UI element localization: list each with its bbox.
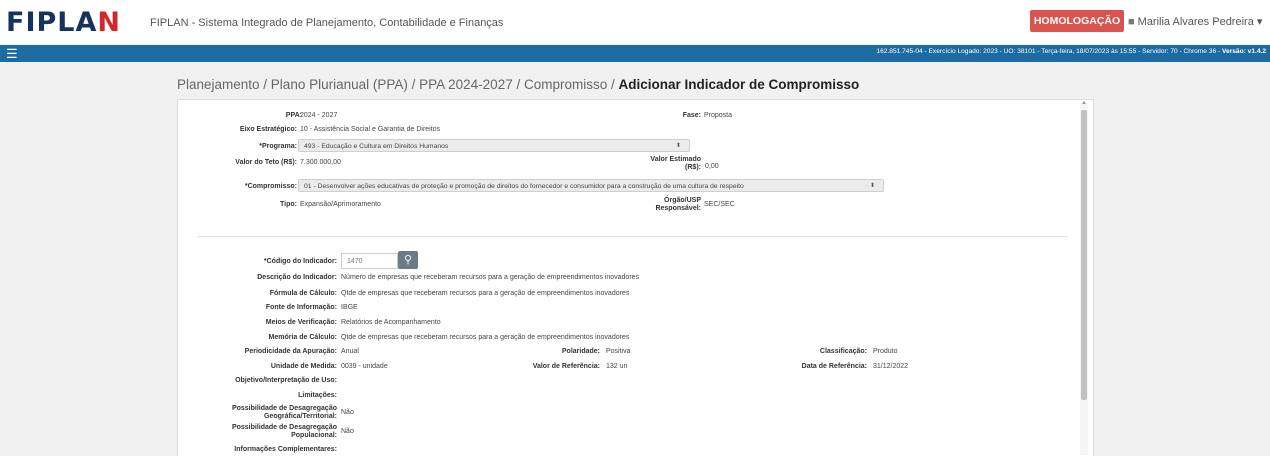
valor-referencia-value: 132 un	[606, 363, 628, 370]
polaridade-label: Polaridade:	[561, 348, 600, 355]
tipo-label: Tipo:	[280, 201, 297, 208]
informacoes-complementares-label: Informações Complementares:	[234, 446, 337, 453]
polaridade-value: Positiva	[606, 348, 631, 355]
descricao-label: Descrição do Indicador:	[257, 274, 337, 281]
fiplan-logo[interactable]: FIPLAN	[6, 8, 121, 38]
meios-label: Meios de Verificação:	[265, 319, 337, 326]
search-button[interactable]: ⚲	[398, 251, 418, 269]
desagregacao-geografica-label: Possibilidade de Desagregação Geográfica…	[232, 405, 337, 421]
meios-value: Relatórios de Acompanhamento	[341, 319, 441, 326]
desag-geo-label-line2: Geográfica/Territorial:	[263, 413, 337, 420]
unidade-label: Unidade de Medida:	[270, 363, 337, 370]
environment-badge: HOMOLOGAÇÃO	[1030, 10, 1124, 32]
objetivo-label: Objetivo/Interpretação de Uso:	[235, 377, 337, 384]
scrollbar-thumb[interactable]	[1081, 110, 1087, 400]
hamburger-menu-icon[interactable]: ☰	[6, 46, 18, 61]
user-name: Marilia Alvares Pedreira	[1137, 16, 1254, 28]
top-header: FIPLAN FIPLAN - Sistema Integrado de Pla…	[0, 0, 1270, 44]
session-info: 162.851.745-04 - Exercício Logado: 2023 …	[876, 48, 1266, 55]
desag-pop-label-line2: Populacional:	[291, 432, 337, 439]
ppa-value: 2024 - 2027	[300, 112, 338, 119]
desagregacao-geografica-value: Não	[341, 409, 354, 416]
desagregacao-populacional-value: Não	[341, 428, 354, 435]
descricao-value: Número de empresas que receberam recurso…	[341, 274, 640, 281]
valor-teto-label: Valor do Teto (R$):	[235, 159, 297, 166]
valor-estimado-label-line2: (R$):	[685, 164, 701, 171]
unidade-value: 0039 - unidade	[341, 363, 388, 370]
fonte-label: Fonte de Informação:	[265, 304, 337, 311]
data-referencia-label: Data de Referência:	[801, 363, 867, 370]
orgao-value: SEC/SEC	[704, 201, 735, 208]
orgao-label-line1: Órgão/USP	[664, 197, 701, 204]
valor-teto-value: 7.300.000,00	[300, 159, 341, 166]
codigo-indicador-label: *Código do Indicador:	[263, 258, 337, 265]
programa-select-value: 493 - Educação e Cultura em Direitos Hum…	[304, 143, 449, 150]
periodicidade-label: Periodicidade da Apuração:	[244, 348, 337, 355]
memoria-value: Qtde de empresas que receberam recursos …	[341, 334, 630, 341]
classificacao-value: Produto	[873, 348, 898, 355]
orgao-label-line2: Responsável:	[655, 205, 701, 212]
status-bar: ☰ 162.851.745-04 - Exercício Logado: 202…	[0, 45, 1270, 62]
valor-estimado-label-line1: Valor Estimado	[650, 156, 701, 163]
orgao-label: Órgão/USP Responsável:	[655, 197, 701, 213]
breadcrumb: Planejamento / Plano Plurianual (PPA) / …	[177, 77, 859, 92]
fase-value: Proposta	[704, 112, 733, 119]
session-details: 162.851.745-04 - Exercício Logado: 2023 …	[876, 48, 1222, 55]
periodicidade-value: Anual	[341, 348, 359, 355]
scroll-up-icon[interactable]: ▲	[1081, 100, 1087, 106]
limitacoes-label: Limitações:	[298, 392, 337, 399]
memoria-label: Memória de Cálculo:	[268, 334, 337, 341]
user-icon: ■	[1128, 16, 1135, 28]
formula-label: Fórmula de Cálculo:	[269, 290, 337, 297]
compromisso-label: *Compromisso:	[244, 183, 297, 190]
breadcrumb-path[interactable]: Planejamento / Plano Plurianual (PPA) / …	[177, 77, 618, 92]
eixo-value: 10 - Assistência Social e Garantia de Di…	[300, 126, 441, 133]
compromisso-select-value: 01 - Desenvolver ações educativas de pro…	[304, 183, 744, 190]
classificacao-label: Classificação:	[819, 348, 867, 355]
user-menu[interactable]: ■ Marilia Alvares Pedreira ▾	[1128, 15, 1262, 28]
desag-geo-label-line1: Possibilidade de Desagregação	[231, 405, 337, 412]
programa-label: *Programa:	[259, 143, 297, 150]
system-title: FIPLAN - Sistema Integrado de Planejamen…	[150, 17, 504, 29]
search-icon: ⚲	[403, 254, 413, 266]
valor-estimado-value: 0,00	[705, 163, 719, 170]
tipo-value: Expansão/Aprimoramento	[300, 201, 381, 208]
compromisso-select[interactable]: 01 - Desenvolver ações educativas de pro…	[298, 179, 884, 192]
select-caret-icon: ⬍	[675, 143, 681, 149]
page-title: Adicionar Indicador de Compromisso	[618, 77, 860, 92]
formula-value: Qtde de empresas que receberam recursos …	[341, 290, 630, 297]
chevron-down-icon: ▾	[1256, 16, 1263, 28]
section-divider	[198, 236, 1068, 237]
programa-select[interactable]: 493 - Educação e Cultura em Direitos Hum…	[298, 139, 690, 152]
select-caret-icon: ⬍	[869, 183, 875, 189]
desagregacao-populacional-label: Possibilidade de Desagregação Populacion…	[232, 424, 337, 440]
eixo-label: Eixo Estratégico:	[239, 126, 297, 133]
fonte-value: IBGE	[341, 304, 358, 311]
desag-pop-label-line1: Possibilidade de Desagregação	[231, 424, 337, 431]
codigo-indicador-input[interactable]: 1470	[341, 253, 398, 269]
version-label: Versão: v1.4.2	[1222, 48, 1266, 55]
valor-referencia-label: Valor de Referência:	[532, 363, 600, 370]
fase-label: Fase:	[682, 112, 701, 119]
valor-estimado-label: Valor Estimado (R$):	[650, 156, 701, 172]
data-referencia-value: 31/12/2022	[873, 363, 909, 370]
